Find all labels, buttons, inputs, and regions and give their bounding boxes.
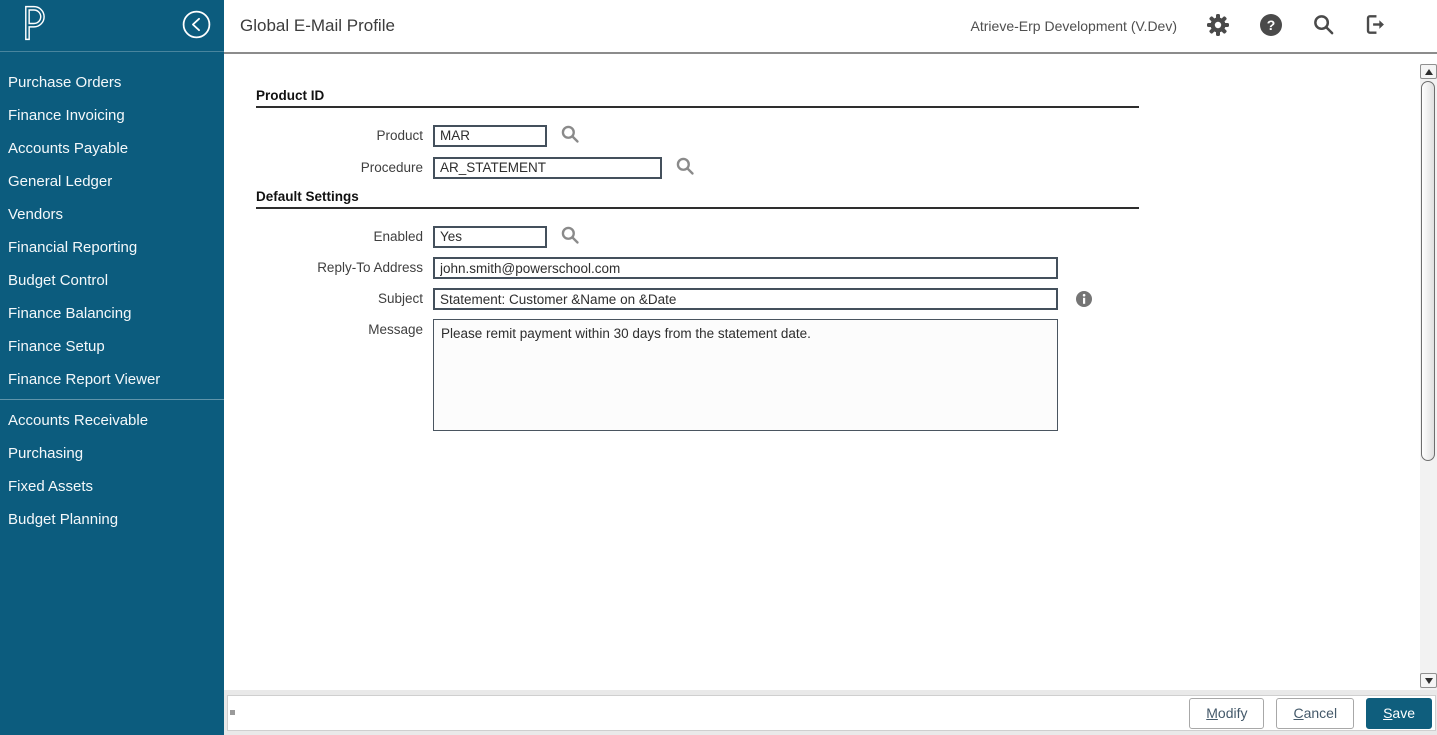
procedure-input[interactable]: [433, 157, 662, 179]
settings-gear-icon: [1206, 13, 1230, 40]
save-button-label: Save: [1383, 705, 1415, 721]
footer-bar: Modify Cancel Save: [224, 690, 1437, 735]
logout-icon: [1364, 13, 1387, 39]
footer-marker-dot: [230, 710, 235, 715]
modify-button[interactable]: Modify: [1189, 698, 1264, 729]
top-bar-actions: Atrieve-Erp Development (V.Dev): [971, 13, 1437, 40]
content-area: Product ID Product Procedure: [224, 56, 1437, 690]
product-label: Product: [256, 125, 433, 147]
reply-to-label: Reply-To Address: [256, 257, 433, 279]
sidebar-item-budget-control[interactable]: Budget Control: [0, 264, 224, 297]
reply-to-row: Reply-To Address: [256, 257, 1139, 279]
sidebar-item-fixed-assets[interactable]: Fixed Assets: [0, 470, 224, 503]
message-label: Message: [256, 319, 433, 341]
scrollbar-up-button[interactable]: [1420, 64, 1437, 79]
sidebar-item-accounts-receivable[interactable]: Accounts Receivable: [0, 404, 224, 437]
sidebar-item-purchase-orders[interactable]: Purchase Orders: [0, 66, 224, 99]
product-input[interactable]: [433, 125, 547, 147]
message-row: Message Please remit payment within 30 d…: [256, 319, 1139, 431]
sidebar-item-general-ledger[interactable]: General Ledger: [0, 165, 224, 198]
sidebar-item-accounts-payable[interactable]: Accounts Payable: [0, 132, 224, 165]
cancel-button-label: Cancel: [1293, 705, 1337, 721]
sidebar-item-finance-balancing[interactable]: Finance Balancing: [0, 297, 224, 330]
top-bar: Global E-Mail Profile Atrieve-Erp Develo…: [224, 0, 1437, 54]
svg-text:?: ?: [1267, 17, 1276, 33]
scrollbar-thumb[interactable]: [1421, 81, 1435, 461]
procedure-row: Procedure: [256, 156, 1139, 179]
save-button[interactable]: Save: [1366, 698, 1432, 729]
reply-to-input[interactable]: [433, 257, 1058, 279]
powerschool-logo: [20, 5, 47, 46]
procedure-lookup-button[interactable]: [675, 156, 695, 179]
enabled-input[interactable]: [433, 226, 547, 248]
scrollbar-down-button[interactable]: [1420, 673, 1437, 688]
settings-button[interactable]: [1206, 13, 1230, 40]
search-icon: [1312, 13, 1335, 39]
sidebar-nav: Purchase Orders Finance Invoicing Accoun…: [0, 52, 224, 536]
sidebar-group-divider: [0, 399, 224, 400]
global-search-button[interactable]: [1312, 13, 1335, 39]
sidebar-item-vendors[interactable]: Vendors: [0, 198, 224, 231]
sidebar-item-budget-planning[interactable]: Budget Planning: [0, 503, 224, 536]
logout-button[interactable]: [1364, 13, 1387, 39]
sidebar-item-purchasing[interactable]: Purchasing: [0, 437, 224, 470]
help-button[interactable]: ?: [1259, 13, 1283, 40]
section-title-product-id: Product ID: [256, 88, 1139, 103]
cancel-button[interactable]: Cancel: [1276, 698, 1354, 729]
sidebar-item-finance-invoicing[interactable]: Finance Invoicing: [0, 99, 224, 132]
product-row: Product: [256, 124, 1139, 147]
sidebar-item-finance-setup[interactable]: Finance Setup: [0, 330, 224, 363]
modify-button-label: Modify: [1206, 705, 1247, 721]
sidebar-collapse-button[interactable]: [181, 9, 212, 43]
subject-row: Subject: [256, 288, 1139, 310]
product-lookup-button[interactable]: [560, 124, 580, 147]
triangle-down-icon: [1425, 678, 1433, 684]
sidebar-header: [0, 0, 224, 52]
sidebar-item-financial-reporting[interactable]: Financial Reporting: [0, 231, 224, 264]
vertical-scrollbar[interactable]: [1420, 64, 1437, 690]
help-icon: ?: [1259, 13, 1283, 40]
procedure-label: Procedure: [256, 157, 433, 179]
enabled-label: Enabled: [256, 226, 433, 248]
environment-label: Atrieve-Erp Development (V.Dev): [971, 18, 1177, 34]
subject-input[interactable]: [433, 288, 1058, 310]
section-rule: [256, 106, 1139, 108]
message-textarea[interactable]: Please remit payment within 30 days from…: [433, 319, 1058, 431]
sidebar-item-finance-report-viewer[interactable]: Finance Report Viewer: [0, 363, 224, 396]
enabled-lookup-button[interactable]: [560, 225, 580, 248]
search-icon: [560, 124, 580, 147]
triangle-up-icon: [1425, 69, 1433, 75]
subject-label: Subject: [256, 288, 433, 310]
section-rule: [256, 207, 1139, 209]
search-icon: [560, 225, 580, 248]
enabled-row: Enabled: [256, 225, 1139, 248]
email-profile-form: Product ID Product Procedure: [224, 56, 1139, 431]
page-title: Global E-Mail Profile: [224, 16, 395, 36]
search-icon: [675, 156, 695, 179]
section-title-default-settings: Default Settings: [256, 189, 1139, 204]
sidebar: Purchase Orders Finance Invoicing Accoun…: [0, 0, 224, 735]
app-window: Purchase Orders Finance Invoicing Accoun…: [0, 0, 1437, 735]
footer-button-panel: Modify Cancel Save: [227, 695, 1436, 731]
subject-info-icon[interactable]: [1076, 291, 1092, 307]
chevron-left-circle-icon: [181, 9, 212, 43]
